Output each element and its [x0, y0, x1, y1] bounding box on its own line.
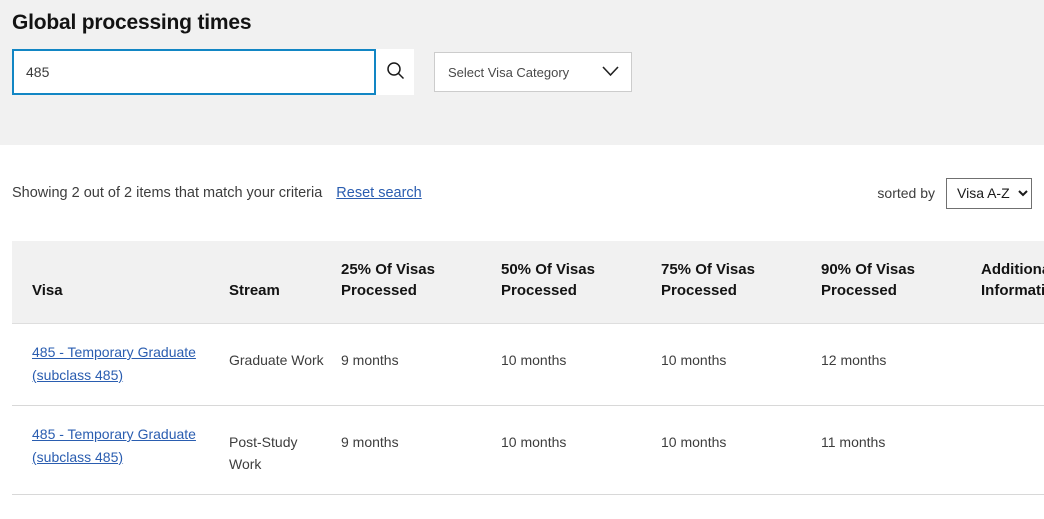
processing-times-table: Visa Stream 25% Of Visas Processed 50% O…	[12, 241, 1044, 495]
cell-p50: 10 months	[501, 323, 661, 406]
visa-link[interactable]: 485 - Temporary Graduate (subclass 485)	[32, 344, 196, 383]
sort-control: sorted by Visa A-Z	[877, 177, 1032, 209]
column-header-visa: Visa	[12, 241, 229, 324]
column-header-stream: Stream	[229, 241, 341, 324]
search-input[interactable]	[12, 49, 376, 95]
table-head: Visa Stream 25% Of Visas Processed 50% O…	[12, 241, 1044, 324]
results-count-text: Showing 2 out of 2 items that match your…	[12, 185, 323, 201]
search-row: Select Visa Category	[12, 49, 1032, 95]
column-header-p25: 25% Of Visas Processed	[341, 241, 501, 324]
visa-category-label: Select Visa Category	[448, 64, 570, 80]
chevron-down-icon	[602, 65, 619, 80]
cell-visa: 485 - Temporary Graduate (subclass 485)	[12, 405, 229, 495]
visa-link[interactable]: 485 - Temporary Graduate (subclass 485)	[32, 426, 196, 465]
column-header-p75: 75% Of Visas Processed	[661, 241, 821, 324]
cell-p25: 9 months	[341, 323, 501, 406]
visa-category-select[interactable]: Select Visa Category	[434, 52, 632, 92]
search-button[interactable]	[376, 49, 414, 95]
cell-p75: 10 months	[661, 323, 821, 406]
cell-additional	[981, 405, 1044, 495]
results-bar: Showing 2 out of 2 items that match your…	[0, 145, 1044, 241]
table-row: 485 - Temporary Graduate (subclass 485) …	[12, 405, 1044, 495]
page-title: Global processing times	[12, 11, 252, 34]
cell-p90: 11 months	[821, 405, 981, 495]
table-header-row: Visa Stream 25% Of Visas Processed 50% O…	[12, 241, 1044, 324]
table-body: 485 - Temporary Graduate (subclass 485) …	[12, 323, 1044, 495]
processing-times-table-wrap: Visa Stream 25% Of Visas Processed 50% O…	[12, 241, 1044, 495]
cell-additional	[981, 323, 1044, 406]
cell-stream: Post-Study Work	[229, 405, 341, 495]
search-band: Global processing times Select Visa Cate…	[0, 0, 1044, 145]
table-row: 485 - Temporary Graduate (subclass 485) …	[12, 323, 1044, 406]
sort-select[interactable]: Visa A-Z	[946, 177, 1032, 209]
search-icon	[386, 61, 405, 83]
cell-stream: Graduate Work	[229, 323, 341, 406]
search-group	[12, 49, 414, 95]
cell-p75: 10 months	[661, 405, 821, 495]
column-header-additional: Additional Information	[981, 241, 1044, 324]
sorted-by-label: sorted by	[877, 185, 935, 201]
results-summary: Showing 2 out of 2 items that match your…	[12, 185, 422, 201]
cell-p50: 10 months	[501, 405, 661, 495]
cell-visa: 485 - Temporary Graduate (subclass 485)	[12, 323, 229, 406]
column-header-p90: 90% Of Visas Processed	[821, 241, 981, 324]
column-header-p50: 50% Of Visas Processed	[501, 241, 661, 324]
cell-p25: 9 months	[341, 405, 501, 495]
reset-search-link[interactable]: Reset search	[336, 185, 421, 201]
cell-p90: 12 months	[821, 323, 981, 406]
